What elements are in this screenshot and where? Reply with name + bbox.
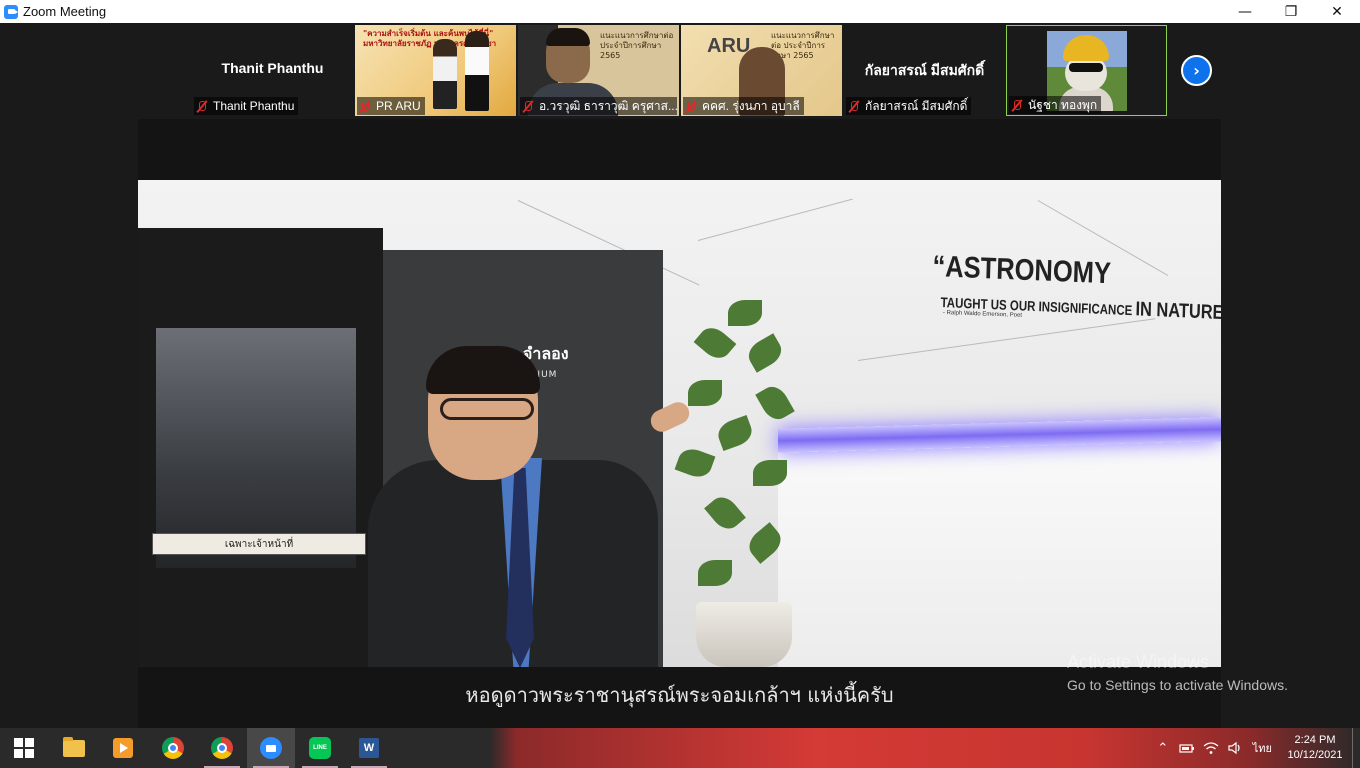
restore-button[interactable]: ❐ <box>1268 0 1314 23</box>
participant-name: คคศ. รุ่งนภา อุบาลี <box>702 98 800 113</box>
participant-tile[interactable]: "ความสำเร็จเริ่มต้น และค้นพบได้ที่นี่" มห… <box>355 25 516 116</box>
participant-tile[interactable]: Thanit Phanthu Thanit Phanthu <box>192 25 353 116</box>
mic-muted-icon <box>685 100 697 113</box>
participant-label: PR ARU <box>357 97 425 115</box>
show-hidden-icons-chevron-icon[interactable]: ⌃ <box>1151 728 1175 768</box>
video-frame: เฉพาะเจ้าหน้าที่ จำลอง ARIUM “ASTRONOMY … <box>138 180 1221 667</box>
participant-tile[interactable]: กัลยาสรณ์ มีสมศักดิ์ กัลยาสรณ์ มีสมศักดิ… <box>844 25 1005 116</box>
participant-display-name: Thanit Phanthu <box>221 60 324 76</box>
system-clock[interactable]: 2:24 PM 10/12/2021 <box>1278 733 1352 763</box>
taskbar-file-explorer[interactable] <box>50 728 98 768</box>
video-subtitle: หอดูดาวพระราชานุสรณ์พระจอมเกล้าฯ แห่งนี้… <box>465 683 894 707</box>
background-text: แนะแนวการศึกษาต่อ ประจำปีการศึกษา 2565 <box>600 31 674 60</box>
participant-label: คคศ. รุ่งนภา อุบาลี <box>683 97 804 115</box>
zoom-app-icon <box>4 4 18 19</box>
clock-time: 2:24 PM <box>1294 734 1336 746</box>
mic-muted-icon <box>848 100 860 113</box>
potted-plant <box>668 300 808 600</box>
participant-name: กัลยาสรณ์ มีสมศักดิ์ <box>865 98 968 113</box>
volume-icon[interactable] <box>1223 728 1247 768</box>
folder-icon <box>63 736 85 757</box>
input-language-indicator[interactable]: ไทย <box>1247 739 1278 757</box>
shared-video: เฉพาะเจ้าหน้าที่ จำลอง ARIUM “ASTRONOMY … <box>138 119 1221 728</box>
mic-muted-icon <box>359 100 371 113</box>
media-player-icon <box>113 738 133 758</box>
start-button[interactable] <box>0 728 48 768</box>
participant-strip: Thanit Phanthu Thanit Phanthu "ความสำเร็… <box>0 23 1360 119</box>
taskbar-line[interactable]: LINE <box>296 728 344 768</box>
taskbar-media-player[interactable] <box>99 728 147 768</box>
participant-name: นัฐชา ทองพุก <box>1028 97 1098 112</box>
wall-quote-line: TAUGHT US OUR INSIGNIFICANCE IN NATURE” <box>940 290 1221 325</box>
participant-label: Thanit Phanthu <box>194 97 299 115</box>
mic-muted-icon <box>1011 99 1023 112</box>
participant-display-name: กัลยาสรณ์ มีสมศักดิ์ <box>864 62 985 78</box>
participant-tile[interactable]: ARU แนะแนวการศึกษาต่อ ประจำปีการศึกษา 25… <box>681 25 842 116</box>
participant-tile[interactable]: แนะแนวการศึกษาต่อ ประจำปีการศึกษา 2565 อ… <box>518 25 679 116</box>
participant-name: Thanit Phanthu <box>213 99 295 113</box>
taskbar-word[interactable]: W <box>345 728 393 768</box>
participant-label: กัลยาสรณ์ มีสมศักดิ์ <box>846 97 972 115</box>
windows-icon <box>14 738 34 758</box>
chrome-icon <box>211 737 233 759</box>
mic-muted-icon <box>196 100 208 113</box>
title-bar: Zoom Meeting — ❐ ✕ <box>0 0 1360 23</box>
window-controls: — ❐ ✕ <box>1222 0 1360 23</box>
glass-door: เฉพาะเจ้าหน้าที่ <box>138 228 383 667</box>
zoom-icon <box>260 737 282 759</box>
participant-tile-active-speaker[interactable]: นัฐชา ทองพุก <box>1006 25 1167 116</box>
window-title: Zoom Meeting <box>23 4 107 19</box>
participant-name: PR ARU <box>376 99 421 113</box>
line-icon: LINE <box>309 737 331 759</box>
presenter <box>368 346 693 667</box>
minimize-button[interactable]: — <box>1222 0 1268 23</box>
mic-muted-icon <box>522 100 534 113</box>
taskbar-chrome-running[interactable] <box>198 728 246 768</box>
wall-quote-big: IN NATURE” <box>1135 298 1221 325</box>
chrome-icon <box>162 737 184 759</box>
show-desktop-button[interactable] <box>1352 728 1360 768</box>
next-page-button[interactable]: › <box>1181 55 1212 86</box>
participant-label: นัฐชา ทองพุก <box>1009 96 1102 114</box>
participant-label: อ.วรวุฒิ ธาราวุฒิ ครุศาส... <box>520 97 677 115</box>
battery-icon[interactable] <box>1175 728 1199 768</box>
taskbar-chrome[interactable] <box>149 728 197 768</box>
wifi-icon[interactable] <box>1199 728 1223 768</box>
clock-date: 10/12/2021 <box>1287 749 1343 761</box>
wall-quote-title: “ASTRONOMY <box>932 250 1112 291</box>
close-button[interactable]: ✕ <box>1314 0 1360 23</box>
system-tray: ⌃ ไทย 2:24 PM 10/12/2021 <box>1151 728 1360 768</box>
word-icon: W <box>359 738 379 758</box>
taskbar-zoom[interactable] <box>247 728 295 768</box>
participant-name: อ.วรวุฒิ ธาราวุฒิ ครุศาส... <box>539 98 677 113</box>
door-sign: เฉพาะเจ้าหน้าที่ <box>152 533 366 555</box>
plant-pot <box>696 602 792 667</box>
